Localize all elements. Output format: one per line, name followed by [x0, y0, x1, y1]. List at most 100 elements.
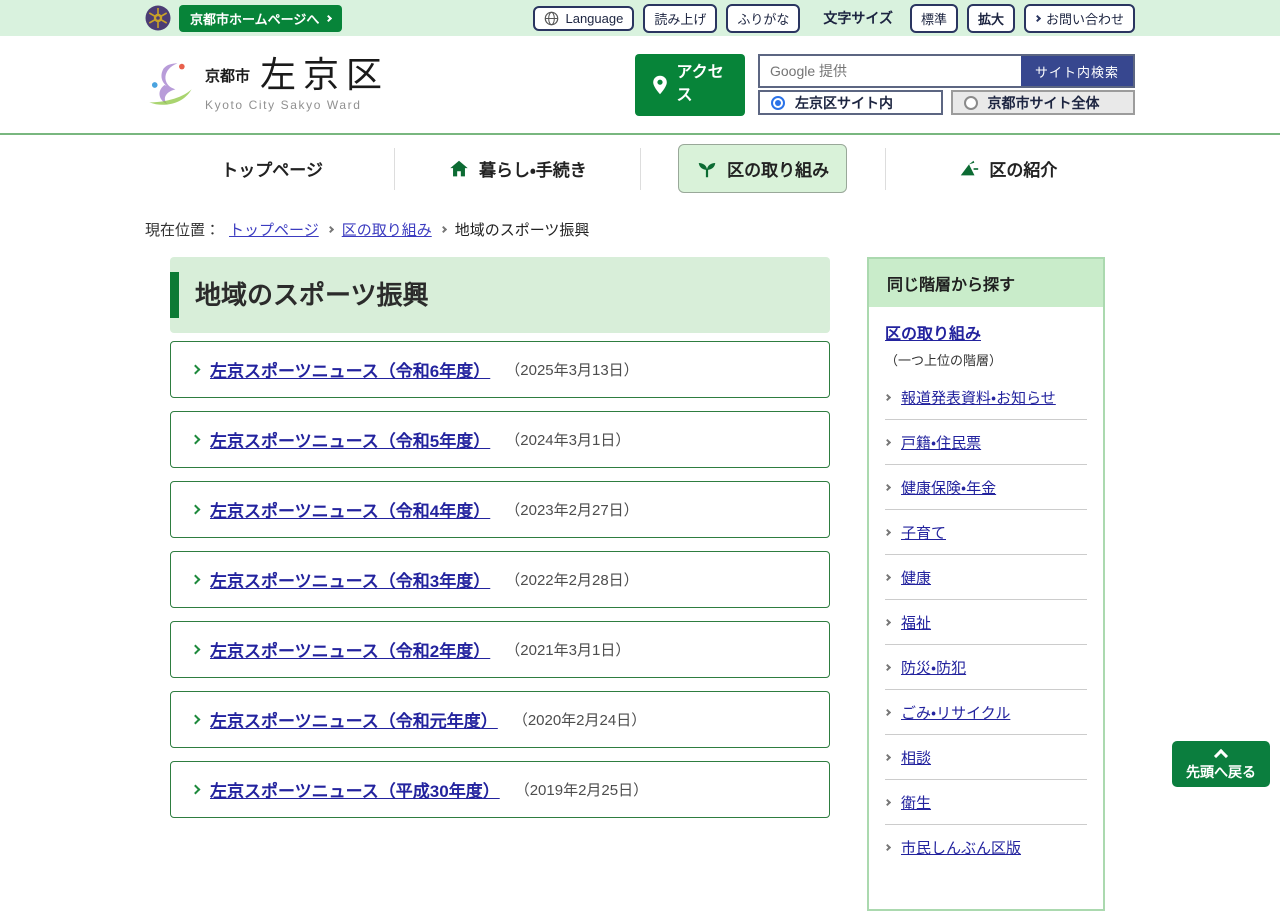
search-scope-city-label: 京都市サイト全体 [988, 93, 1100, 113]
sidebar-item-welfare: 福祉 [885, 600, 1087, 645]
search-submit-button[interactable]: サイト内検索 [1021, 56, 1133, 86]
news-item: 左京スポーツニュース（令和4年度） （2023年2月27日） [170, 481, 830, 538]
nav-item-top-page[interactable]: トップページ [221, 156, 323, 181]
sidebar-link[interactable]: 健康 [901, 567, 931, 588]
kyoto-city-emblem-icon [145, 5, 171, 31]
kyoto-city-home-button[interactable]: 京都市ホームページへ [179, 5, 342, 32]
site-logo[interactable]: 京都市 左京区 Kyoto City Sakyo Ward [145, 57, 389, 112]
access-button-label: アクセス [677, 62, 729, 107]
sidebar-link[interactable]: 報道発表資料・お知らせ [901, 387, 1056, 408]
breadcrumb-link-top-page[interactable]: トップページ [229, 219, 319, 240]
news-date: （2025年3月13日） [505, 359, 638, 380]
sidebar-header: 同じ階層から探す [869, 259, 1103, 307]
utility-bar: 京都市ホームページへ Language 読み上げ ふりがな 文字サイズ 標準 [0, 0, 1280, 36]
nav-item-top-page-label: トップページ [221, 156, 323, 181]
read-aloud-button[interactable]: 読み上げ [643, 4, 717, 33]
chevron-right-icon [191, 365, 201, 375]
sidebar-item-childcare: 子育て [885, 510, 1087, 555]
news-item: 左京スポーツニュース（令和6年度） （2025年3月13日） [170, 341, 830, 398]
sidebar-item-consultation: 相談 [885, 735, 1087, 780]
news-date: （2019年2月25日） [515, 779, 648, 800]
news-link[interactable]: 左京スポーツニュース（令和3年度） [210, 567, 490, 592]
nav-item-ward-initiatives-label: 区の取り組み [727, 156, 829, 181]
chevron-right-icon [191, 505, 201, 515]
contact-label: お問い合わせ [1046, 9, 1124, 28]
sidebar-item-health: 健康 [885, 555, 1087, 600]
access-button[interactable]: アクセス [635, 54, 745, 116]
news-item: 左京スポーツニュース（令和元年度） （2020年2月24日） [170, 691, 830, 748]
sidebar-link[interactable]: 戸籍・住民票 [901, 432, 981, 453]
chevron-right-icon [884, 754, 891, 761]
search-scope-city-option[interactable]: 京都市サイト全体 [951, 90, 1136, 115]
back-to-top-button[interactable]: 先頭へ戻る [1172, 741, 1270, 787]
sibling-navigation-sidebar: 同じ階層から探す 区の取り組み （一つ上位の階層） 報道発表資料・お知らせ 戸籍… [867, 257, 1105, 911]
sidebar-parent-link[interactable]: 区の取り組み [885, 326, 981, 343]
sidebar-link[interactable]: 防災・防犯 [901, 657, 966, 678]
search-scope-ward-option[interactable]: 左京区サイト内 [758, 90, 943, 115]
chevron-right-icon [884, 709, 891, 716]
news-item: 左京スポーツニュース（平成30年度） （2019年2月25日） [170, 761, 830, 818]
chevron-right-icon [191, 435, 201, 445]
sakyo-logo-mark-icon [145, 59, 197, 111]
breadcrumb-link-ward-initiatives[interactable]: 区の取り組み [342, 219, 432, 240]
news-link[interactable]: 左京スポーツニュース（令和2年度） [210, 637, 490, 662]
nav-item-ward-initiatives[interactable]: 区の取り組み [678, 144, 847, 193]
logo-ward-label: 左京区 [260, 57, 389, 93]
furigana-label: ふりがな [737, 9, 789, 28]
news-link[interactable]: 左京スポーツニュース（平成30年度） [210, 777, 500, 802]
news-link[interactable]: 左京スポーツニュース（令和6年度） [210, 357, 490, 382]
furigana-button[interactable]: ふりがな [726, 4, 800, 33]
language-label: Language [565, 11, 623, 26]
news-link[interactable]: 左京スポーツニュース（令和5年度） [210, 427, 490, 452]
nav-item-ward-introduction[interactable]: 区の紹介 [958, 156, 1057, 181]
news-date: （2021年3月1日） [505, 639, 630, 660]
news-item: 左京スポーツニュース（令和2年度） （2021年3月1日） [170, 621, 830, 678]
sidebar-link[interactable]: 子育て [901, 522, 946, 543]
sidebar-item-disaster-prevention: 防災・防犯 [885, 645, 1087, 690]
page-title: 地域のスポーツ振興 [170, 272, 830, 318]
chevron-right-icon [884, 529, 891, 536]
contact-button[interactable]: お問い合わせ [1024, 4, 1135, 33]
radio-unselected-icon[interactable] [964, 96, 978, 110]
sidebar-link[interactable]: ごみ・リサイクル [901, 702, 1010, 723]
language-button[interactable]: Language [533, 6, 634, 31]
sidebar-link[interactable]: 市民しんぶん区版 [901, 837, 1021, 858]
chevron-right-icon [884, 574, 891, 581]
news-link[interactable]: 左京スポーツニュース（令和4年度） [210, 497, 490, 522]
search-scope-ward-label: 左京区サイト内 [795, 93, 893, 113]
chevron-right-icon [884, 844, 891, 851]
logo-english-label: Kyoto City Sakyo Ward [205, 98, 389, 112]
sidebar-item-family-register: 戸籍・住民票 [885, 420, 1087, 465]
sidebar-item-garbage-recycling: ごみ・リサイクル [885, 690, 1087, 735]
font-size-large-button[interactable]: 拡大 [967, 4, 1015, 33]
font-size-standard-label: 標準 [921, 9, 947, 28]
chevron-up-icon [1214, 749, 1228, 763]
logo-city-label: 京都市 [205, 65, 250, 93]
sidebar-item-press-releases: 報道発表資料・お知らせ [885, 375, 1087, 420]
chevron-right-icon [191, 715, 201, 725]
sidebar-item-health-insurance: 健康保険・年金 [885, 465, 1087, 510]
news-date: （2020年2月24日） [513, 709, 646, 730]
map-pin-icon [652, 75, 668, 95]
sidebar-link[interactable]: 相談 [901, 747, 931, 768]
mountain-flag-icon [958, 158, 980, 180]
news-date: （2022年2月28日） [505, 569, 638, 590]
sidebar-link[interactable]: 衛生 [901, 792, 931, 813]
news-item: 左京スポーツニュース（令和5年度） （2024年3月1日） [170, 411, 830, 468]
kyoto-city-home-label: 京都市ホームページへ [190, 9, 319, 28]
sidebar-link[interactable]: 福祉 [901, 612, 931, 633]
sidebar-link[interactable]: 健康保険・年金 [901, 477, 996, 498]
chevron-right-icon [884, 484, 891, 491]
nav-item-living-procedures[interactable]: 暮らし・手続き [448, 156, 587, 181]
breadcrumb-current-page: 地域のスポーツ振興 [455, 219, 590, 240]
font-size-standard-button[interactable]: 標準 [910, 4, 958, 33]
read-aloud-label: 読み上げ [654, 9, 706, 28]
chevron-right-icon [191, 575, 201, 585]
chevron-right-icon [191, 645, 201, 655]
chevron-right-icon [327, 226, 334, 233]
chevron-right-icon [191, 785, 201, 795]
search-input[interactable] [760, 56, 1021, 86]
news-link[interactable]: 左京スポーツニュース（令和元年度） [210, 707, 498, 732]
radio-selected-icon[interactable] [771, 96, 785, 110]
chevron-right-icon [884, 619, 891, 626]
